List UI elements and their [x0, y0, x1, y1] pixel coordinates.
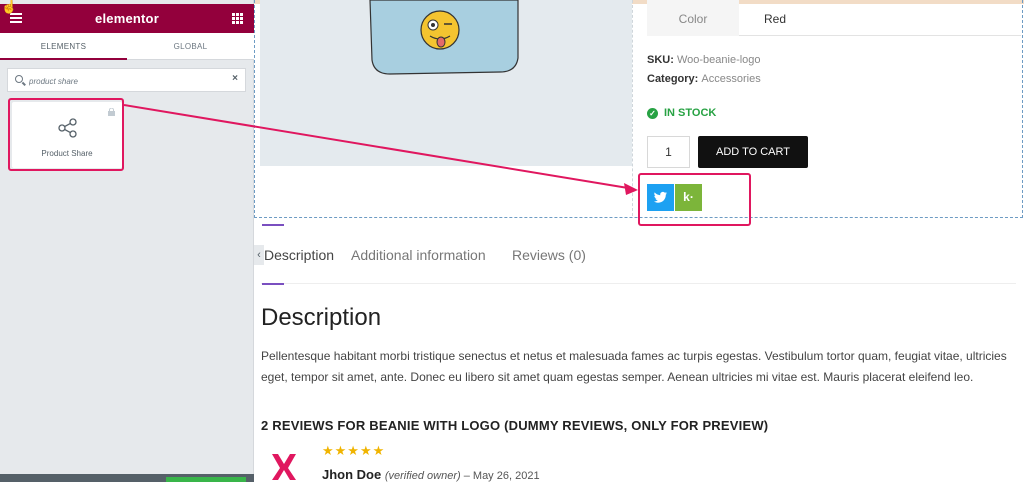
category-label: Category: — [647, 73, 699, 85]
check-circle-icon: ✓ — [647, 107, 658, 119]
elementor-logo: elementor — [95, 11, 159, 26]
verified-owner: (verified owner) — [384, 470, 461, 482]
sku-line: SKU: Woo-beanie-logo — [647, 54, 761, 66]
search-icon — [15, 75, 23, 83]
tab-indicator-top — [262, 224, 284, 226]
tab-global[interactable]: GLOBAL — [127, 33, 254, 60]
rating-stars: ★★★★★ — [322, 443, 386, 458]
category-link[interactable]: Accessories — [701, 73, 760, 85]
add-to-cart-button[interactable]: ADD TO CART — [698, 136, 808, 168]
hand-cursor-icon: ☝ — [1, 0, 18, 14]
attribute-row: Color Red — [647, 0, 1021, 36]
attribute-value: Red — [763, 12, 786, 26]
avatar — [272, 454, 296, 480]
widget-highlight — [8, 98, 124, 171]
close-icon[interactable]: × — [232, 73, 238, 84]
collapse-panel-icon[interactable]: ‹ — [254, 245, 264, 265]
attribute-name: Color — [678, 12, 708, 26]
stock-status: ✓ IN STOCK — [647, 107, 716, 119]
stock-text: IN STOCK — [664, 107, 717, 119]
description-body: Pellentesque habitant morbi tristique se… — [261, 349, 1007, 384]
beanie-illustration — [369, 0, 519, 75]
update-button[interactable] — [166, 477, 246, 482]
review-author: Jhon Doe — [322, 467, 382, 482]
quantity-input[interactable] — [647, 136, 690, 168]
tab-elements[interactable]: ELEMENTS — [0, 33, 127, 60]
sku-label: SKU: — [647, 54, 674, 66]
tab-additional-information[interactable]: Additional information — [351, 247, 486, 263]
widget-search: × — [7, 68, 246, 92]
product-image — [260, 0, 632, 166]
panel-tabs: ELEMENTS GLOBAL — [0, 33, 254, 60]
review-date: May 26, 2021 — [472, 470, 540, 482]
panel-header: elementor — [0, 4, 254, 33]
tab-indicator-bottom — [262, 283, 284, 285]
category-line: Category: Accessories — [647, 73, 761, 85]
review-author-line: Jhon Doe (verified owner) – May 26, 2021 — [322, 467, 540, 482]
sku-value: Woo-beanie-logo — [676, 54, 761, 66]
share-highlight — [638, 173, 751, 226]
tab-description[interactable]: Description — [264, 247, 334, 263]
column-divider — [632, 0, 633, 216]
description-heading: Description — [261, 304, 382, 331]
tabs-divider — [261, 283, 1016, 284]
tab-reviews[interactable]: Reviews (0) — [512, 247, 586, 263]
widgets-grid-icon[interactable] — [232, 13, 243, 24]
search-input[interactable] — [29, 74, 219, 88]
elementor-panel: elementor ELEMENTS GLOBAL × Product Shar… — [0, 0, 254, 482]
reviews-heading: 2 REVIEWS FOR BEANIE WITH LOGO (DUMMY RE… — [261, 418, 769, 433]
